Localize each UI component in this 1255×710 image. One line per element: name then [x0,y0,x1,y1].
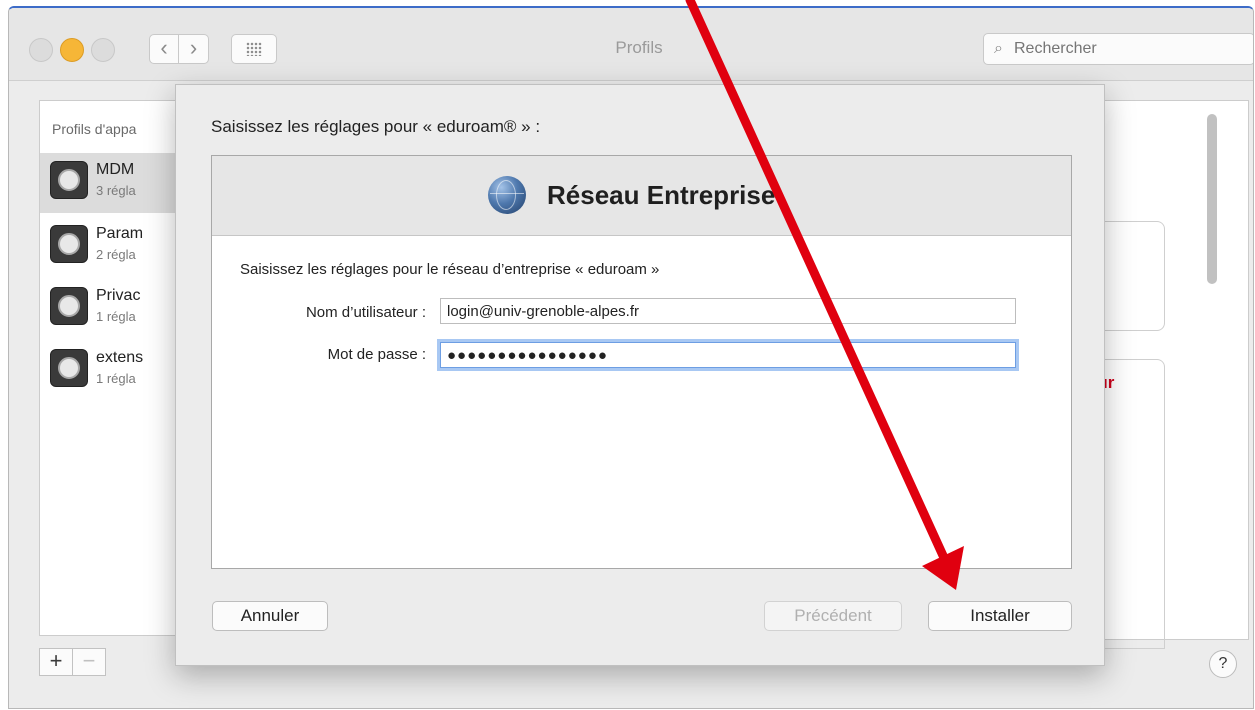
profile-settings-count: 1 régla [96,371,136,386]
show-all-button[interactable] [231,34,277,64]
username-label: Nom d’utilisateur : [305,304,426,321]
search-input[interactable] [1012,37,1246,61]
previous-button[interactable]: Précédent [764,601,902,631]
add-profile-button[interactable]: + [39,648,73,676]
username-field[interactable] [440,298,1016,324]
detail-box [1099,359,1165,649]
grid-icon [246,42,262,56]
system-preferences-window: ‹ › Profils ⌕ Profils d'appa MDM 3 régla… [8,6,1254,709]
profile-settings-count: 3 régla [96,183,136,198]
profile-item[interactable]: MDM 3 régla [40,153,180,213]
cancel-button[interactable]: Annuler [212,601,328,631]
profile-detail-pane: ır [1099,100,1249,649]
minimize-window-button[interactable] [60,38,84,62]
profile-name: Privac [96,287,141,304]
panel-header: Réseau Entreprise [212,156,1071,236]
profile-settings-count: 2 régla [96,247,136,262]
close-window-button[interactable] [29,38,53,62]
profile-name: Param [96,225,144,242]
install-settings-sheet: Saisissez les réglages pour « eduroam® »… [175,84,1105,666]
remove-profile-button[interactable]: − [72,648,106,676]
zoom-window-button[interactable] [91,38,115,62]
panel-title: Réseau Entreprise [547,180,776,210]
profile-icon [50,161,88,199]
profile-icon [50,287,88,325]
profile-item[interactable]: extens 1 régla [40,341,180,401]
scrollbar-thumb[interactable] [1207,114,1217,284]
title-bar: ‹ › Profils ⌕ [9,8,1253,81]
profiles-list: Profils d'appa MDM 3 régla Param 2 régla… [39,100,180,636]
globe-icon [488,176,526,214]
profile-name: extens [96,349,144,366]
password-field[interactable] [440,342,1016,368]
window-title: Profils [615,38,663,57]
chevron-right-icon: › [189,35,198,60]
profile-icon [50,225,88,263]
profiles-list-header: Profils d'appa [52,121,137,137]
enterprise-network-panel: Réseau Entreprise Saisissez les réglages… [211,155,1072,569]
detail-box [1099,221,1165,331]
search-icon: ⌕ [994,40,1003,57]
scrollbar[interactable] [1205,108,1219,638]
profile-name: MDM [96,161,135,178]
search-field[interactable]: ⌕ [983,33,1253,65]
password-label: Mot de passe : [327,346,426,363]
chevron-left-icon: ‹ [160,35,168,60]
install-button[interactable]: Installer [928,601,1072,631]
back-button[interactable]: ‹ [149,34,179,64]
sheet-prompt: Saisissez les réglages pour « eduroam® »… [211,117,541,136]
profile-item[interactable]: Privac 1 régla [40,279,180,339]
profile-settings-count: 1 régla [96,309,136,324]
profile-item[interactable]: Param 2 régla [40,217,180,277]
help-button[interactable]: ? [1209,650,1237,678]
profile-icon [50,349,88,387]
forward-button[interactable]: › [179,34,209,64]
panel-description: Saisissez les réglages pour le réseau d’… [240,261,660,278]
